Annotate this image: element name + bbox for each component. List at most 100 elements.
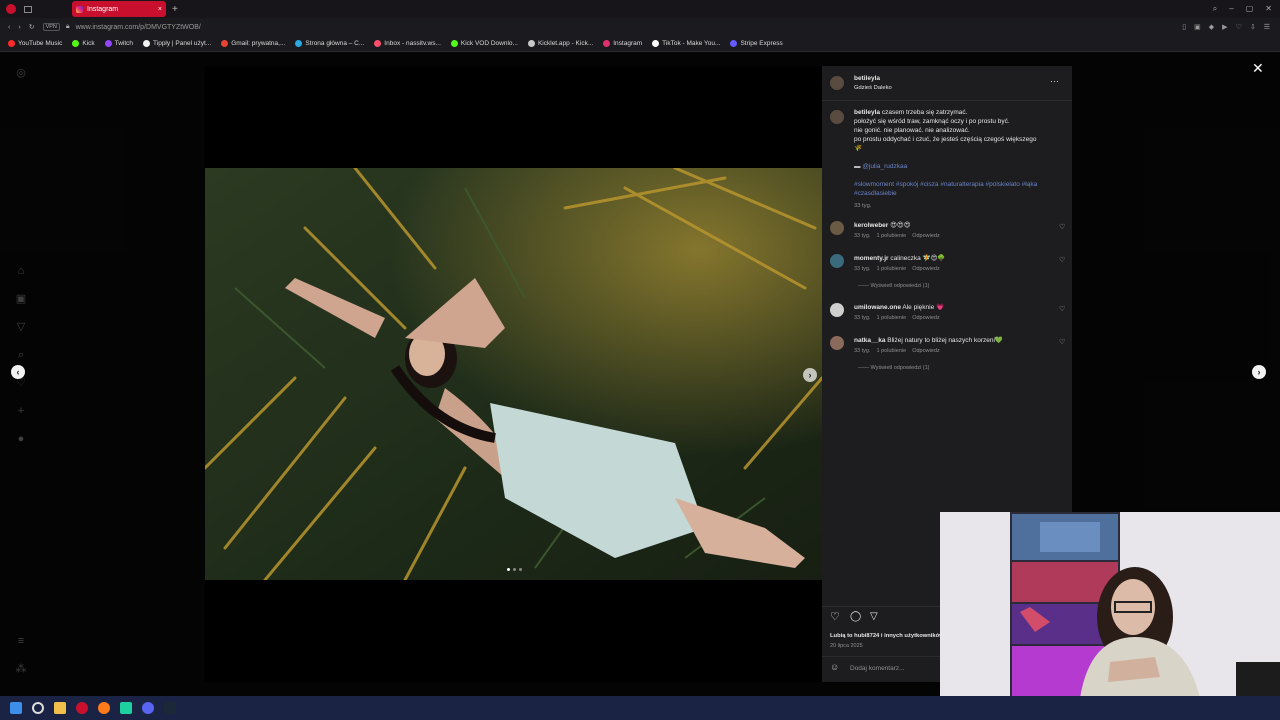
discord-icon[interactable]	[142, 702, 154, 714]
bookmark-item[interactable]: Kick	[72, 40, 95, 47]
comment-avatar[interactable]	[830, 303, 844, 317]
extensions-icon[interactable]: ☰	[1264, 23, 1270, 31]
reply-link[interactable]: Odpowiedz	[912, 348, 940, 354]
comment-username[interactable]: umilowane.one	[854, 304, 901, 311]
tab-instagram[interactable]: Instagram ×	[72, 1, 166, 17]
view-replies-link[interactable]: —— Wyświetl odpowiedzi (1)	[858, 364, 929, 372]
forward-icon[interactable]: ›	[18, 24, 20, 31]
shield-icon[interactable]: ◆	[1209, 23, 1214, 31]
comment-likes[interactable]: 1 polubienie	[877, 315, 907, 321]
window-close-icon[interactable]: ✕	[1265, 4, 1272, 14]
comment-username[interactable]: natka__ka	[854, 337, 885, 344]
tab-title: Instagram	[87, 5, 119, 13]
reply-link[interactable]: Odpowiedz	[912, 233, 940, 239]
app-icon[interactable]	[120, 702, 132, 714]
start-icon[interactable]	[10, 702, 22, 714]
caption-avatar[interactable]	[830, 110, 844, 124]
heart-icon[interactable]: ♡	[830, 611, 840, 623]
comment-icon[interactable]: ◯	[850, 611, 861, 622]
reply-link[interactable]: Odpowiedz	[912, 315, 940, 321]
comment-likes[interactable]: 1 polubienie	[877, 233, 907, 239]
comment-age: 33 tyg.	[854, 233, 871, 239]
caption-emoji: 🌾	[854, 145, 863, 152]
likes-summary[interactable]: Lubią to hubi8724 i innych użytkowników	[830, 632, 944, 640]
comment-username[interactable]: momenty.jr	[854, 255, 889, 262]
bookmark-favicon-icon	[374, 40, 382, 47]
steam-icon[interactable]	[164, 702, 176, 714]
opera-logo-icon[interactable]	[6, 4, 16, 14]
new-tab-icon[interactable]: +	[172, 4, 178, 15]
browser-titlebar: Instagram × + ⌕ – ▢ ✕	[0, 0, 1280, 18]
comment-age: 33 tyg.	[854, 315, 871, 321]
reply-link[interactable]: Odpowiedz	[912, 266, 940, 272]
more-options-icon[interactable]: ···	[1050, 76, 1059, 85]
maximize-icon[interactable]: ▢	[1246, 4, 1254, 14]
file-explorer-icon[interactable]	[54, 702, 66, 714]
close-icon[interactable]: ✕	[1252, 60, 1264, 77]
bookmark-item[interactable]: Twitch	[104, 40, 133, 47]
bookmark-favicon-icon	[143, 40, 151, 47]
hashtags-line-1[interactable]: #slowmoment #spokój #cisza #naturalterap…	[854, 181, 1037, 189]
bookmark-item[interactable]: Stripe Express	[730, 40, 783, 47]
comment-like-icon[interactable]: ♡	[1059, 256, 1065, 264]
comment-like-icon[interactable]: ♡	[1059, 338, 1065, 346]
comment-likes[interactable]: 1 polubienie	[877, 266, 907, 272]
comment-username[interactable]: kerolweber	[854, 222, 888, 229]
post-date: 20 lipca 2025	[830, 643, 863, 649]
bookmark-icon[interactable]: ▯	[1182, 23, 1186, 31]
bookmark-item[interactable]: Inbox - nassitv.ws...	[374, 40, 441, 47]
url-field[interactable]: www.instagram.com/p/DMVGTYZtWOB/	[76, 24, 201, 31]
bookmark-favicon-icon	[527, 40, 535, 47]
comment-avatar[interactable]	[830, 336, 844, 350]
play-icon[interactable]: ▶	[1222, 23, 1227, 31]
bookmark-label: Tipply | Panel użyt...	[153, 40, 212, 47]
previous-post-button[interactable]: ‹	[11, 365, 25, 379]
firefox-icon[interactable]	[98, 702, 110, 714]
bookmark-item[interactable]: TikTok - Make You...	[652, 40, 720, 47]
comment-avatar[interactable]	[830, 254, 844, 268]
hashtags-line-2[interactable]: #czasdlasiebie	[854, 190, 897, 198]
bookmark-item[interactable]: Gmail: prywatna,...	[221, 40, 285, 47]
download-icon[interactable]: ⇩	[1250, 23, 1256, 31]
comment-avatar[interactable]	[830, 221, 844, 235]
snapshot-icon[interactable]: ▣	[1194, 23, 1201, 31]
post-location[interactable]: Gdzieś Daleko	[854, 84, 892, 92]
share-icon[interactable]: ▽	[870, 611, 878, 622]
view-replies-link[interactable]: —— Wyświetl odpowiedzi (1)	[858, 282, 929, 290]
search-taskbar-icon[interactable]	[32, 702, 44, 714]
opera-taskbar-icon[interactable]	[76, 702, 88, 714]
bookmark-label: YouTube Music	[18, 40, 63, 47]
bookmark-item[interactable]: Strona główna – C...	[295, 40, 364, 47]
minimize-icon[interactable]: –	[1229, 4, 1233, 14]
windows-taskbar	[0, 696, 1280, 720]
author-avatar[interactable]	[830, 76, 844, 90]
bookmark-item[interactable]: Instagram	[603, 40, 642, 47]
emoji-icon[interactable]: ☺	[830, 662, 839, 671]
bookmark-item[interactable]: Kick VOD Downlo...	[450, 40, 518, 47]
comment-like-icon[interactable]: ♡	[1059, 223, 1065, 231]
tab-menu-icon[interactable]	[24, 5, 32, 13]
tagged-user[interactable]: @julia_rudzkaa	[862, 163, 907, 170]
bookmark-label: Strona główna – C...	[305, 40, 365, 47]
carousel-next-button[interactable]: ›	[803, 368, 817, 382]
post-photo[interactable]: ›	[205, 168, 822, 580]
heart-bookmark-icon[interactable]: ♡	[1236, 23, 1242, 31]
vpn-badge[interactable]: VPN	[42, 23, 60, 31]
bookmark-item[interactable]: YouTube Music	[8, 40, 62, 47]
bookmark-favicon-icon	[450, 40, 458, 47]
comment-likes[interactable]: 1 polubienie	[877, 348, 907, 354]
caption-username[interactable]: betileyla	[854, 109, 880, 116]
bookmark-item[interactable]: Kicklet.app - Kick...	[527, 40, 594, 47]
next-post-button[interactable]: ›	[1252, 365, 1266, 379]
bookmark-item[interactable]: Tipply | Panel użyt...	[143, 40, 211, 47]
bookmark-label: Kicklet.app - Kick...	[537, 40, 594, 47]
author-username[interactable]: betileyla	[854, 75, 880, 83]
add-comment-input[interactable]: Dodaj komentarz...	[850, 665, 905, 673]
reload-icon[interactable]: ↻	[29, 23, 35, 31]
bookmark-label: Stripe Express	[740, 40, 783, 47]
tab-close-icon[interactable]: ×	[158, 6, 162, 13]
replies-divider: ——	[858, 283, 871, 289]
comment-like-icon[interactable]: ♡	[1059, 305, 1065, 313]
search-tabs-icon[interactable]: ⌕	[1213, 4, 1217, 14]
back-icon[interactable]: ‹	[8, 24, 10, 31]
